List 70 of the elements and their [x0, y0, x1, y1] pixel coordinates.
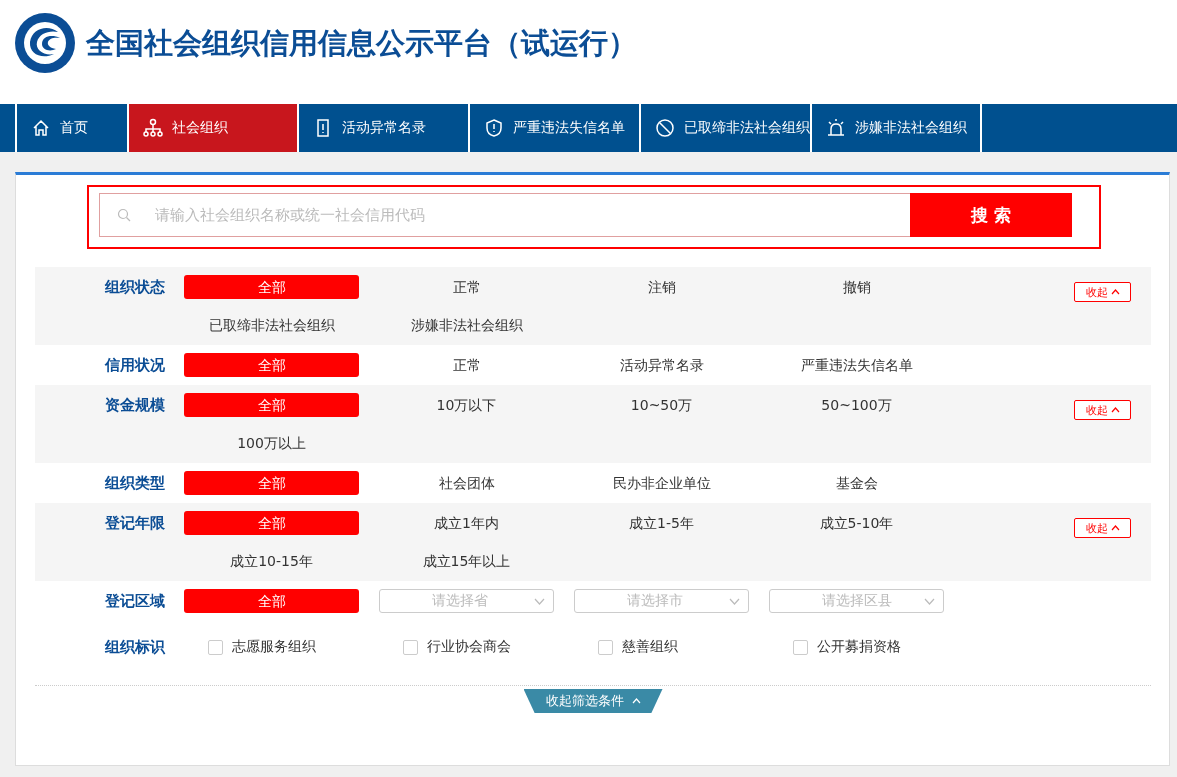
checkbox[interactable] [598, 639, 613, 655]
filter-option[interactable]: 正常 [379, 275, 554, 299]
filter-option[interactable]: 民办非企业单位 [574, 471, 749, 495]
shield-icon [484, 118, 504, 138]
checkbox-label: 行业协会商会 [427, 638, 511, 656]
checkbox[interactable] [793, 639, 808, 655]
chevron-down-icon [729, 597, 740, 605]
filter-option[interactable]: 成立5-10年 [769, 511, 944, 535]
filter-label: 登记区域 [104, 591, 165, 612]
filter-label: 登记年限 [104, 513, 165, 534]
filter-label: 组织标识 [104, 637, 165, 658]
checkbox-label: 公开募捐资格 [817, 638, 901, 656]
chevron-up-icon [1110, 289, 1120, 295]
search-button[interactable]: 搜 索 [910, 193, 1072, 237]
filter-option[interactable]: 成立10-15年 [184, 549, 359, 573]
filter-option[interactable]: 注销 [574, 275, 749, 299]
collapse-button[interactable]: 收起 [1074, 282, 1131, 302]
filter-option[interactable]: 全部 [184, 589, 359, 613]
filter-option[interactable]: 活动异常名录 [574, 353, 749, 377]
collapse-filters-button[interactable]: 收起筛选条件 [523, 689, 663, 713]
filter-option[interactable]: 成立1年内 [379, 511, 554, 535]
filter-option[interactable]: 成立15年以上 [379, 549, 554, 573]
chevron-down-icon [534, 597, 545, 605]
collapse-button[interactable]: 收起 [1074, 518, 1131, 538]
filter-option[interactable]: 全部 [184, 275, 359, 299]
checkbox-option[interactable]: 志愿服务组织 [184, 635, 359, 659]
filter-option[interactable]: 全部 [184, 353, 359, 377]
checkbox-option[interactable]: 慈善组织 [574, 635, 749, 659]
filter-option[interactable]: 10万以下 [379, 393, 554, 417]
filter-label: 资金规模 [104, 395, 165, 416]
filter-label: 信用状况 [103, 355, 165, 376]
alarm-light-icon [826, 118, 846, 138]
hierarchy-icon [143, 118, 163, 138]
filter-option[interactable]: 全部 [184, 393, 359, 417]
checkbox-label: 志愿服务组织 [232, 638, 316, 656]
chevron-up-icon [1110, 407, 1120, 413]
filter-option[interactable]: 撤销 [769, 275, 944, 299]
filter-option[interactable]: 全部 [184, 511, 359, 535]
checkbox-option[interactable]: 行业协会商会 [379, 635, 554, 659]
nav-tab[interactable]: 活动异常名录 [297, 104, 468, 152]
filter-option[interactable]: 涉嫌非法社会组织 [379, 313, 554, 337]
checkbox-option[interactable]: 公开募捐资格 [769, 635, 944, 659]
collapse-button[interactable]: 收起 [1074, 400, 1131, 420]
filter-label: 组织类型 [104, 473, 165, 494]
chevron-down-icon [924, 597, 935, 605]
checkbox-label: 慈善组织 [622, 638, 678, 656]
filter-option[interactable]: 50~100万 [769, 393, 944, 417]
logo-icon [14, 12, 76, 74]
checkbox[interactable] [403, 639, 418, 655]
filter-option[interactable]: 全部 [184, 471, 359, 495]
filter-option[interactable]: 严重违法失信名单 [769, 353, 944, 377]
search-icon [117, 208, 131, 222]
filter-label: 组织状态 [104, 277, 165, 298]
filter-option[interactable]: 成立1-5年 [574, 511, 749, 535]
nav-tab[interactable]: 社会组织 [127, 104, 297, 152]
chevron-up-icon [1110, 525, 1120, 531]
filter-option[interactable]: 基金会 [769, 471, 944, 495]
filter-option[interactable]: 正常 [379, 353, 554, 377]
nav-tab[interactable]: 涉嫌非法社会组织 [810, 104, 980, 152]
filter-option[interactable]: 已取缔非法社会组织 [184, 313, 359, 337]
site-title: 全国社会组织信用信息公示平台（试运行） [86, 25, 637, 62]
nav-tab[interactable]: 已取缔非法社会组织 [639, 104, 810, 152]
filter-option[interactable]: 社会团体 [379, 471, 554, 495]
nav-tab[interactable]: 严重违法失信名单 [468, 104, 639, 152]
chevron-up-icon [631, 698, 641, 704]
checkbox[interactable] [208, 639, 223, 655]
filter-option[interactable]: 100万以上 [184, 431, 359, 455]
ban-icon [655, 118, 675, 138]
home-icon [31, 118, 51, 138]
filter-option[interactable]: 10~50万 [574, 393, 749, 417]
